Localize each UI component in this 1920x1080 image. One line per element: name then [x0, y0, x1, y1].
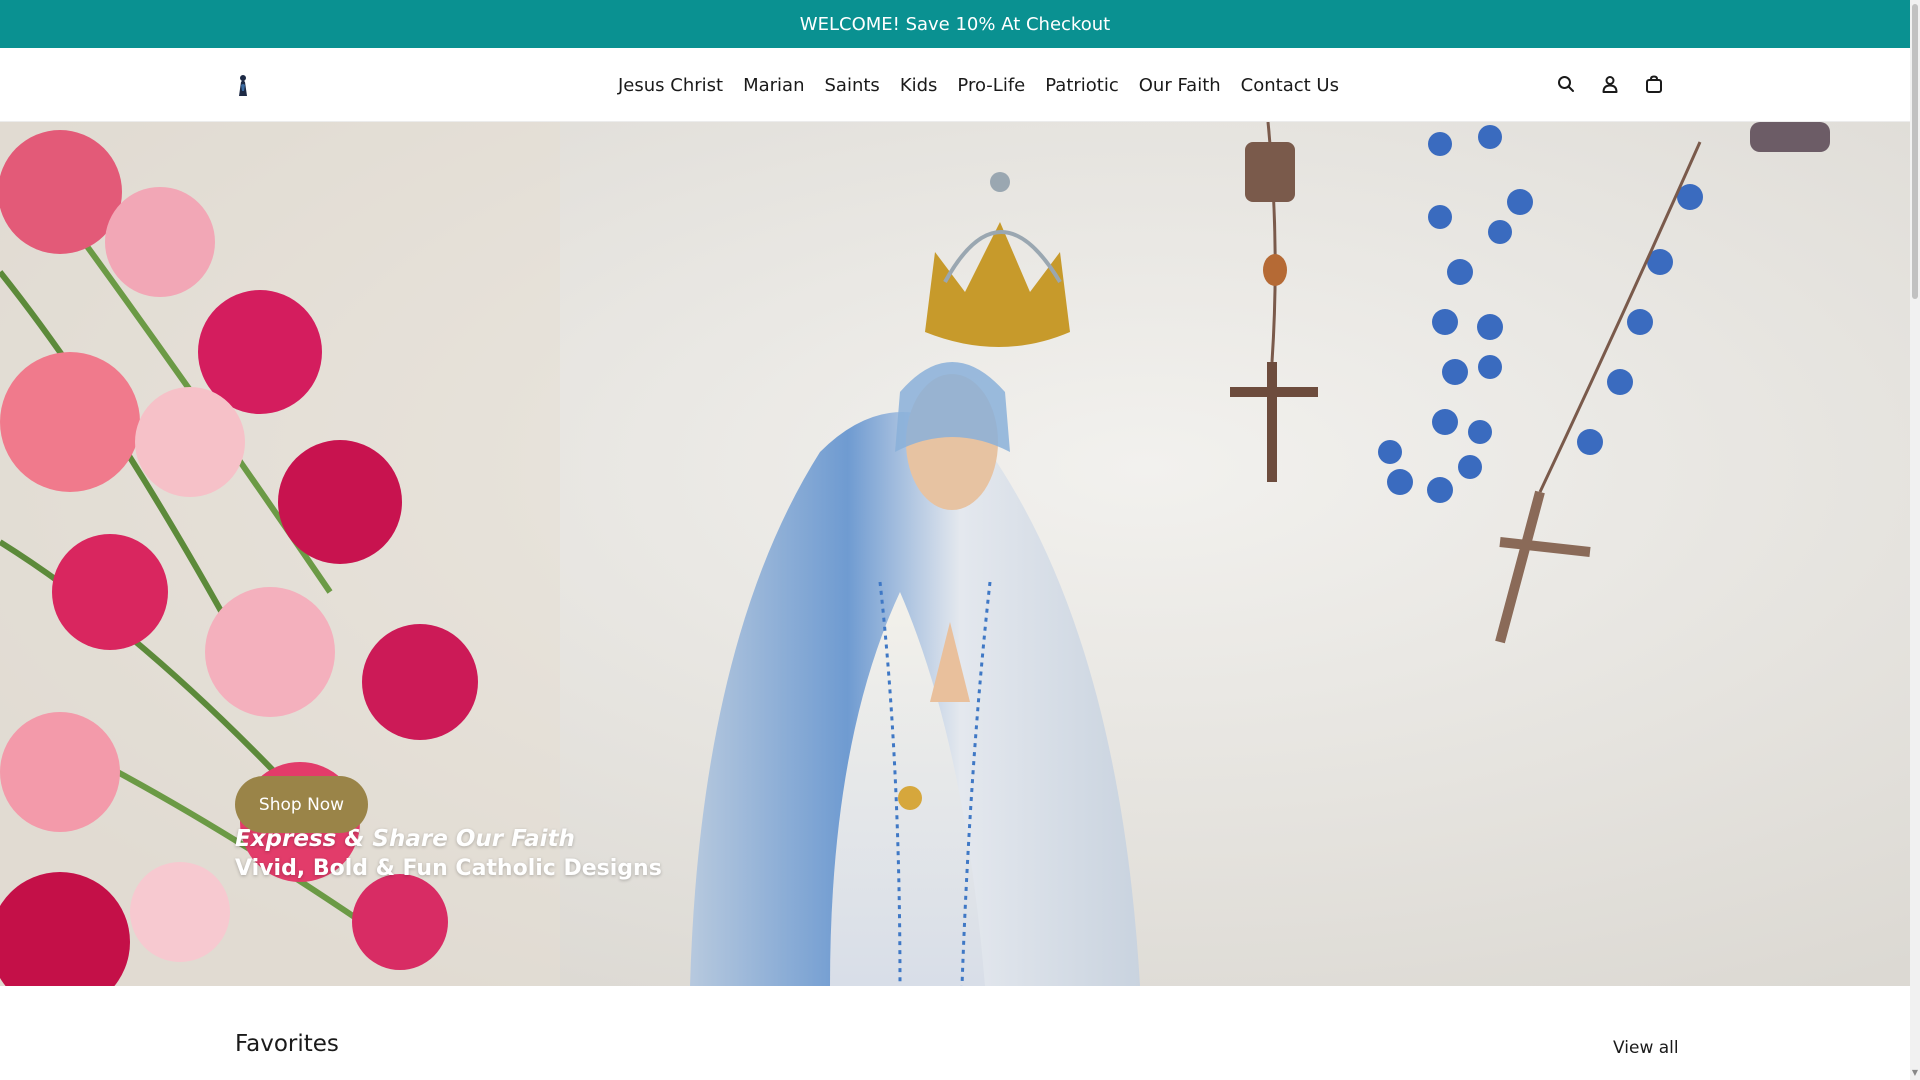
main-nav: Jesus Christ Marian Saints Kids Pro-Life… — [618, 48, 1339, 122]
search-icon[interactable] — [1554, 72, 1578, 96]
logo[interactable] — [236, 73, 250, 97]
header-icons — [1554, 72, 1666, 96]
site-header: Jesus Christ Marian Saints Kids Pro-Life… — [0, 48, 1910, 122]
nav-link-patriotic[interactable]: Patriotic — [1045, 75, 1119, 96]
nav-link-jesus-christ[interactable]: Jesus Christ — [618, 75, 723, 96]
nav-link-saints[interactable]: Saints — [825, 75, 880, 96]
account-icon[interactable] — [1598, 72, 1622, 96]
cart-icon[interactable] — [1642, 72, 1666, 96]
view-all-link[interactable]: View all — [1613, 1038, 1679, 1058]
nav-link-contact-us[interactable]: Contact Us — [1241, 75, 1339, 96]
announcement-bar: WELCOME! Save 10% At Checkout — [0, 0, 1910, 48]
hero-subtitle: Vivid, Bold & Fun Catholic Designs — [235, 856, 662, 881]
scroll-down-arrow-icon[interactable]: ▼ — [1911, 1068, 1919, 1078]
nav-link-our-faith[interactable]: Our Faith — [1139, 75, 1221, 96]
nav-link-pro-life[interactable]: Pro-Life — [957, 75, 1025, 96]
nav-link-kids[interactable]: Kids — [900, 75, 938, 96]
favorites-heading: Favorites — [235, 1031, 339, 1057]
announcement-text: WELCOME! Save 10% At Checkout — [799, 13, 1111, 35]
scrollbar-thumb[interactable] — [1912, 4, 1918, 299]
hero-copy: Express & Share Our Faith Vivid, Bold & … — [235, 824, 662, 884]
shop-now-button[interactable]: Shop Now — [235, 776, 368, 833]
hero-banner: Express & Share Our Faith Vivid, Bold & … — [0, 122, 1910, 986]
nav-link-marian[interactable]: Marian — [743, 75, 804, 96]
